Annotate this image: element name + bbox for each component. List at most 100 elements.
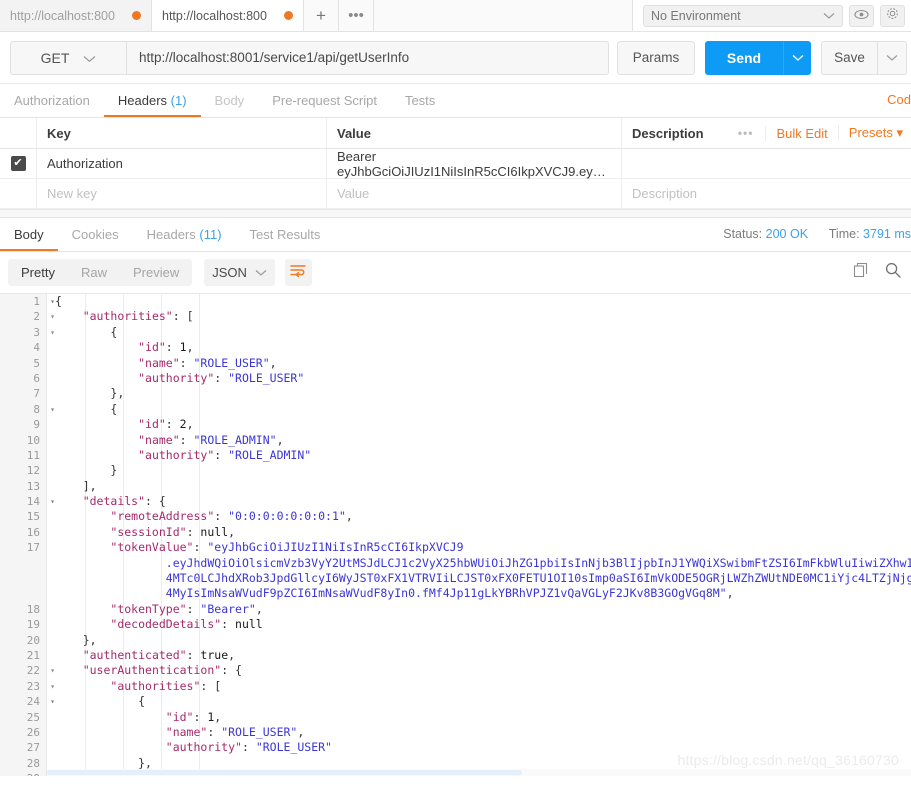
new-header-value-input[interactable]: Value [326, 179, 621, 208]
header-row-checkbox-cell[interactable]: ✔ [0, 156, 36, 171]
search-icon[interactable] [885, 262, 901, 283]
code-token: { [55, 294, 62, 308]
line-number: 22 ▾ [26, 664, 55, 678]
request-tab-2[interactable]: http://localhost:800 [152, 0, 304, 31]
new-header-key-input[interactable]: New key [36, 179, 326, 208]
response-body-viewer[interactable]: 1 ▾ 2 ▾ 3 ▾ 4 5 6 7 8 ▾ 9 10 11 12 13 14 ▾ 15 16 17 18 19 20 21 22… [0, 294, 911, 776]
line-number: 19 [26, 618, 40, 632]
line-number: 23 ▾ [26, 679, 55, 693]
line-number: 26 [26, 725, 40, 739]
send-button[interactable]: Send [705, 40, 783, 75]
presets-button[interactable]: Presets ▾ [837, 125, 909, 141]
code-token: : { [221, 663, 242, 678]
code-line: .eyJhdWQiOiOlsicmVzb3VyY2UtMSJdLCJ1c2VyX… [47, 556, 911, 571]
line-number: 4 [33, 341, 40, 355]
new-header-description-input[interactable]: Description [621, 179, 911, 208]
save-options-button[interactable] [877, 40, 907, 75]
request-url-input[interactable]: http://localhost:8001/service1/api/getUs… [126, 40, 609, 75]
code-token: 4MTc0LCJhdXRob3JpdGllcyI6WyJST0xFX1VTRVI… [165, 571, 911, 586]
checkbox-icon[interactable]: ✔ [10, 156, 26, 171]
eye-icon [854, 7, 869, 25]
response-divider[interactable] [0, 209, 911, 218]
code-line: "authenticated": true, [47, 648, 911, 663]
view-mode-preview[interactable]: Preview [120, 259, 192, 286]
code-token: , [255, 601, 263, 616]
code-link[interactable]: Cod [887, 92, 911, 107]
header-description-input[interactable] [621, 149, 911, 178]
response-format-label: JSON [212, 265, 247, 280]
header-value-input[interactable]: Bearer eyJhbGciOiJIUzI1NiIsInR5cCI6IkpXV… [326, 149, 621, 179]
code-line: { [47, 694, 911, 709]
code-token: , [276, 432, 284, 447]
code-line: "details": { [47, 494, 911, 509]
tab-authorization[interactable]: Authorization [0, 84, 104, 117]
table-row[interactable]: ✔ Authorization Bearer eyJhbGciOiJIUzI1N… [0, 149, 911, 179]
environment-quick-look-button[interactable] [849, 4, 874, 27]
environment-select[interactable]: No Environment [643, 4, 843, 27]
environment-settings-button[interactable] [880, 4, 905, 27]
response-tab-headers-label: Headers [146, 227, 196, 242]
column-header-value: Value [326, 118, 621, 148]
send-options-button[interactable] [783, 40, 811, 75]
line-number: 11 [26, 448, 40, 462]
table-row-new[interactable]: New key Value Description [0, 179, 911, 209]
code-token: }, [138, 755, 152, 770]
bulk-edit-button[interactable]: Bulk Edit [765, 125, 837, 141]
code-line: "userAuthentication": { [47, 663, 911, 678]
code-token: "remoteAddress" [110, 509, 215, 524]
time-label: Time: [828, 227, 860, 241]
params-button[interactable]: Params [617, 40, 695, 75]
code-token: "ROLE_USER" [255, 740, 332, 755]
view-mode-pretty[interactable]: Pretty [8, 259, 68, 286]
save-button[interactable]: Save [821, 40, 877, 75]
line-number: 18 [26, 602, 40, 616]
line-number: 3 ▾ [33, 325, 55, 339]
http-method-select[interactable]: GET [10, 40, 126, 75]
headers-more-options-icon[interactable]: ••• [726, 126, 766, 140]
tab-body[interactable]: Body [201, 84, 259, 117]
chevron-down-icon [255, 265, 267, 280]
line-number: 5 [33, 356, 40, 370]
response-view-actions [853, 252, 901, 293]
line-number: 15 [26, 510, 40, 524]
code-line: "authority": "ROLE_ADMIN" [47, 448, 911, 463]
code-token: "tokenValue" [110, 540, 194, 555]
code-token: "details" [82, 494, 146, 509]
tab-more-options-icon[interactable]: ••• [339, 0, 374, 31]
view-mode-raw[interactable]: Raw [68, 259, 120, 286]
code-line: "name": "ROLE_USER", [47, 356, 911, 371]
response-tab-cookies[interactable]: Cookies [58, 218, 133, 251]
word-wrap-button[interactable] [284, 259, 312, 286]
code-token: : [ [200, 678, 222, 693]
chevron-down-icon [83, 50, 96, 66]
new-tab-button[interactable]: + [304, 0, 339, 31]
tab-tests[interactable]: Tests [391, 84, 449, 117]
tab-headers[interactable]: Headers (1) [103, 84, 201, 117]
code-token: : [186, 524, 201, 539]
response-format-select[interactable]: JSON [204, 259, 275, 286]
response-tab-test-results[interactable]: Test Results [236, 218, 335, 251]
code-token: "tokenType" [110, 601, 187, 616]
line-number: 28 [26, 756, 40, 770]
header-key-input[interactable]: Authorization [36, 149, 326, 178]
code-token: { [138, 694, 146, 709]
request-tab-1[interactable]: http://localhost:800 [0, 0, 152, 31]
code-token: : [165, 340, 180, 355]
tab-headers-count: (1) [170, 93, 187, 108]
request-tab-label: http://localhost:800 [10, 8, 115, 23]
copy-icon[interactable] [853, 262, 869, 283]
code-line: }, [47, 633, 911, 648]
postman-window: http://localhost:800 http://localhost:80… [0, 0, 911, 791]
line-number: 21 [26, 648, 40, 662]
response-tab-body[interactable]: Body [0, 218, 58, 251]
tab-pre-request-script[interactable]: Pre-request Script [258, 84, 391, 117]
code-token: true [200, 647, 229, 662]
line-number: 9 [33, 418, 40, 432]
horizontal-scrollbar[interactable] [47, 769, 911, 776]
code-token: 1 [179, 340, 187, 355]
response-tab-headers[interactable]: Headers (11) [133, 218, 236, 251]
code-token: : [214, 509, 229, 524]
send-group: Send [705, 40, 811, 75]
code-token: : [214, 370, 229, 385]
code-token: : [186, 647, 201, 662]
